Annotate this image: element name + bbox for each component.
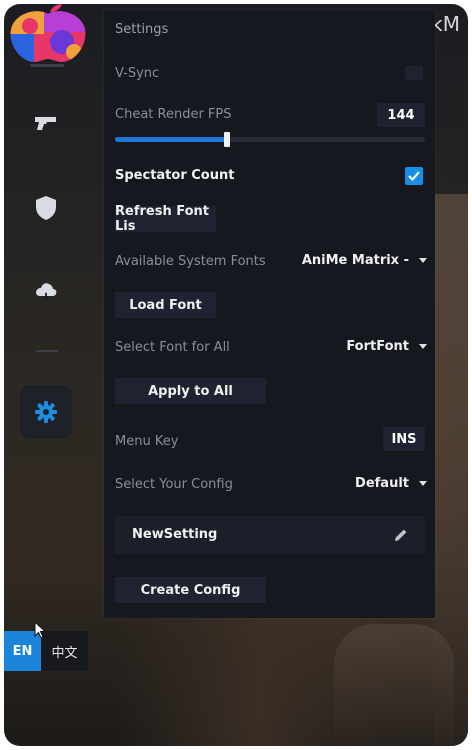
- nav-weapons[interactable]: [31, 108, 61, 138]
- font-for-all-label: Select Font for All: [115, 340, 230, 355]
- config-label: Select Your Config: [115, 477, 233, 492]
- fps-slider[interactable]: [115, 132, 425, 147]
- pencil-icon[interactable]: [393, 527, 409, 543]
- nav-settings[interactable]: [20, 385, 72, 439]
- spectator-checkbox[interactable]: [405, 167, 423, 185]
- shield-icon: [36, 196, 56, 220]
- nav-protection[interactable]: [31, 193, 61, 223]
- apply-to-all-button[interactable]: Apply to All: [115, 378, 266, 404]
- vsync-label: V-Sync: [115, 66, 160, 81]
- background-figure-lower: [334, 624, 454, 746]
- font-for-all-value: FortFont: [346, 339, 409, 354]
- fps-value[interactable]: 144: [377, 103, 425, 127]
- logo-divider: [30, 64, 64, 67]
- menu-key-label: Menu Key: [115, 434, 179, 449]
- fps-label: Cheat Render FPS: [115, 107, 232, 122]
- panel-title: Settings: [115, 22, 169, 37]
- system-fonts-label: Available System Fonts: [115, 254, 266, 269]
- load-font-button[interactable]: Load Font: [115, 292, 216, 318]
- system-fonts-dropdown[interactable]: AniMe Matrix -: [302, 253, 427, 268]
- chevron-down-icon: [419, 481, 427, 486]
- gear-icon: [35, 401, 57, 423]
- config-value: Default: [355, 476, 409, 491]
- chevron-down-icon: [419, 344, 427, 349]
- config-item-name: NewSetting: [132, 527, 218, 542]
- spectator-label: Spectator Count: [115, 168, 235, 183]
- chevron-down-icon: [419, 258, 427, 263]
- nav-cloud[interactable]: [31, 277, 61, 307]
- create-config-button[interactable]: Create Config: [115, 577, 266, 603]
- fps-slider-fill: [115, 137, 227, 142]
- check-icon: [408, 171, 420, 181]
- font-for-all-dropdown[interactable]: FortFont: [346, 339, 427, 354]
- language-zh-button[interactable]: 中文: [41, 631, 88, 671]
- gun-icon: [35, 117, 56, 130]
- refresh-font-button[interactable]: Refresh Font Lis: [115, 204, 216, 234]
- mouse-cursor-icon: [34, 621, 47, 639]
- config-dropdown[interactable]: Default: [355, 476, 427, 491]
- menu-key-value[interactable]: INS: [383, 427, 425, 451]
- nav-divider: [36, 350, 58, 352]
- fps-slider-handle[interactable]: [223, 132, 230, 147]
- cloud-icon: [36, 283, 57, 302]
- config-list-item[interactable]: NewSetting: [115, 516, 425, 554]
- vsync-checkbox[interactable]: [405, 66, 423, 80]
- settings-panel: Settings V-Sync Cheat Render FPS 144 Spe…: [104, 10, 435, 618]
- apple-logo: [10, 4, 86, 63]
- system-fonts-value: AniMe Matrix -: [301, 253, 409, 268]
